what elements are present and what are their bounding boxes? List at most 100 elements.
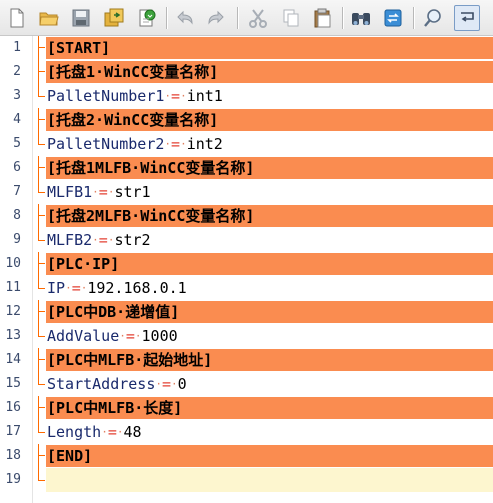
config-key: MLFB2 — [47, 231, 93, 249]
line-number: 10 — [5, 256, 21, 271]
current-line[interactable]: 19 — [0, 468, 493, 492]
whitespace-marker: · — [65, 281, 72, 295]
whitespace-marker: · — [119, 329, 126, 343]
undo-icon[interactable] — [174, 7, 196, 29]
whitespace-marker: · — [180, 89, 187, 103]
section-line[interactable]: 1 [START] — [0, 36, 493, 60]
section-line[interactable]: 12 [PLC中DB·递增值] — [0, 300, 493, 324]
redo-icon[interactable] — [205, 7, 227, 29]
config-value: 1000 — [141, 327, 178, 345]
line-number: 7 — [13, 184, 21, 199]
replace-icon[interactable] — [382, 7, 404, 29]
zoom-icon[interactable] — [422, 7, 444, 29]
key-value-line[interactable]: 11 IP·=·192.168.0.1 — [0, 276, 493, 300]
config-value: 48 — [123, 423, 142, 441]
fold-marker[interactable] — [38, 108, 47, 132]
paste-icon[interactable] — [312, 7, 334, 29]
equals-operator: = — [107, 423, 117, 441]
fold-marker[interactable] — [38, 156, 47, 180]
fold-marker[interactable] — [38, 444, 47, 468]
config-key: MLFB1 — [47, 183, 93, 201]
config-value: int2 — [186, 135, 223, 153]
section-header: [END] — [47, 447, 93, 465]
config-key: PalletNumber1 — [47, 87, 165, 105]
cut-icon[interactable] — [247, 7, 269, 29]
config-key: IP — [47, 279, 66, 297]
line-text: StartAddress·=·0 — [47, 372, 187, 396]
key-value-line[interactable]: 5 PalletNumber2·=·int2 — [0, 132, 493, 156]
section-line[interactable]: 2 [托盘1·WinCC变量名称] — [0, 60, 493, 84]
fold-marker[interactable] — [38, 36, 47, 60]
whitespace-marker: · — [155, 377, 162, 391]
fold-marker[interactable] — [38, 60, 47, 84]
line-text: [PLC中DB·递增值] — [47, 300, 179, 324]
save-icon[interactable] — [70, 7, 92, 29]
find-icon[interactable] — [350, 7, 372, 29]
key-value-line[interactable]: 15 StartAddress·=·0 — [0, 372, 493, 396]
line-number: 5 — [13, 136, 21, 151]
section-highlight — [46, 445, 493, 467]
fold-marker — [38, 228, 46, 252]
toolbar-separator — [237, 7, 238, 29]
key-value-line[interactable]: 17 Length·=·48 — [0, 420, 493, 444]
section-line[interactable]: 18 [END] — [0, 444, 493, 468]
section-header: [托盘1MLFB·WinCC变量名称] — [47, 159, 255, 177]
section-line[interactable]: 10 [PLC·IP] — [0, 252, 493, 276]
open-folder-icon[interactable] — [38, 7, 60, 29]
config-value: 192.168.0.1 — [87, 279, 187, 297]
key-value-line[interactable]: 7 MLFB1·=·str1 — [0, 180, 493, 204]
wrap-icon[interactable] — [454, 5, 480, 31]
section-line[interactable]: 14 [PLC中MLFB·起始地址] — [0, 348, 493, 372]
reload-icon[interactable] — [136, 7, 158, 29]
config-key: StartAddress — [47, 375, 156, 393]
section-header: [PLC中MLFB·起始地址] — [47, 351, 213, 369]
line-number: 8 — [13, 208, 21, 223]
fold-marker[interactable] — [38, 252, 47, 276]
new-file-icon[interactable] — [6, 7, 28, 29]
section-header: [托盘2MLFB·WinCC变量名称] — [47, 207, 255, 225]
line-number: 18 — [5, 448, 21, 463]
config-key: PalletNumber2 — [47, 135, 165, 153]
key-value-line[interactable]: 9 MLFB2·=·str2 — [0, 228, 493, 252]
line-text: AddValue·=·1000 — [47, 324, 178, 348]
section-header: [START] — [47, 39, 111, 57]
toolbar — [0, 0, 493, 36]
fold-marker — [38, 84, 46, 108]
save-all-icon[interactable] — [103, 7, 125, 29]
equals-operator: = — [162, 375, 172, 393]
fold-marker[interactable] — [38, 348, 47, 372]
section-highlight — [46, 37, 493, 59]
whitespace-marker: · — [180, 137, 187, 151]
whitespace-marker: · — [171, 377, 178, 391]
line-text: [托盘1·WinCC变量名称] — [47, 60, 218, 84]
fold-marker[interactable] — [38, 396, 47, 420]
line-text: [托盘2·WinCC变量名称] — [47, 108, 218, 132]
section-line[interactable]: 4 [托盘2·WinCC变量名称] — [0, 108, 493, 132]
section-line[interactable]: 6 [托盘1MLFB·WinCC变量名称] — [0, 156, 493, 180]
key-value-line[interactable]: 3 PalletNumber1·=·int1 — [0, 84, 493, 108]
equals-operator: = — [125, 327, 135, 345]
fold-marker — [38, 468, 46, 492]
section-line[interactable]: 16 [PLC中MLFB·长度] — [0, 396, 493, 420]
toolbar-separator — [342, 7, 343, 29]
equals-operator: = — [98, 183, 108, 201]
copy-icon[interactable] — [280, 7, 302, 29]
line-number: 4 — [13, 112, 21, 127]
config-value: str1 — [114, 183, 151, 201]
fold-marker — [38, 132, 46, 156]
fold-marker[interactable] — [38, 204, 47, 228]
config-key: Length — [47, 423, 102, 441]
line-number: 13 — [5, 328, 21, 343]
config-key: AddValue — [47, 327, 120, 345]
equals-operator: = — [98, 231, 108, 249]
line-text: [PLC中MLFB·起始地址] — [47, 348, 212, 372]
fold-marker[interactable] — [38, 300, 47, 324]
line-number: 2 — [13, 64, 21, 79]
section-header: [PLC中MLFB·长度] — [47, 399, 183, 417]
equals-operator: = — [71, 279, 81, 297]
text-editor[interactable]: 1 [START] 2 [托盘1·WinCC变量名称] 3 PalletNumber1·=… — [0, 36, 493, 503]
line-number: 15 — [5, 376, 21, 391]
config-value: str2 — [114, 231, 151, 249]
key-value-line[interactable]: 13 AddValue·=·1000 — [0, 324, 493, 348]
section-line[interactable]: 8 [托盘2MLFB·WinCC变量名称] — [0, 204, 493, 228]
